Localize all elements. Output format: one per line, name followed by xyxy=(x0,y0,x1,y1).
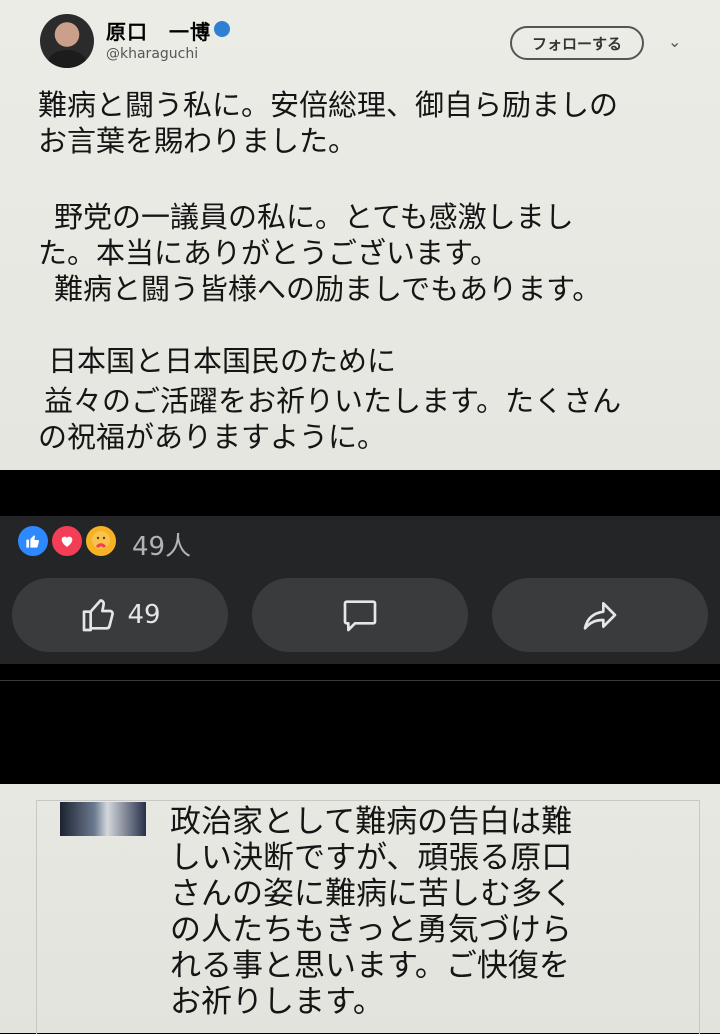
tweet-text-line: 野党の一議員の私に。とても感激しまし xyxy=(54,200,574,234)
comment-bubble-icon xyxy=(343,600,377,632)
share-arrow-icon xyxy=(583,602,617,630)
love-reaction-icon xyxy=(50,524,84,558)
author-name: 原口 一博 xyxy=(106,20,211,44)
tweet-text-line: た。本当にありがとうございます。 xyxy=(38,236,500,270)
comment-text-line: の人たちもきっと勇気づけら xyxy=(170,912,572,948)
reaction-count[interactable]: 49人 xyxy=(132,526,191,563)
tweet-text-line: 益々のご活躍をお祈りいたします。たくさん xyxy=(44,384,622,418)
author-avatar xyxy=(40,14,94,68)
chevron-down-icon: ⌄ xyxy=(668,32,682,51)
black-divider xyxy=(0,470,720,516)
tweet-text-line: お言葉を賜わりました。 xyxy=(38,124,358,158)
tweet-text-line: 難病と闘う私に。安倍総理、御自ら励ましの xyxy=(38,88,619,122)
comment-text-line: 政治家として難病の告白は難 xyxy=(170,804,573,840)
comment-text-line: さんの姿に難病に苦しむ多く xyxy=(170,876,573,912)
follow-button: フォローする xyxy=(510,26,644,60)
thumbs-up-icon xyxy=(83,599,115,632)
comment-button[interactable] xyxy=(252,578,468,652)
like-button[interactable]: 49 xyxy=(12,578,228,652)
separator-line xyxy=(0,680,720,681)
like-count: 49 xyxy=(127,600,161,630)
tweet-text-line: 難病と闘う皆様への励ましでもあります。 xyxy=(54,272,602,306)
comment-text-line: しい決断ですが、頑張る原口 xyxy=(170,840,573,876)
tweet-text-line: の祝福がありますように。 xyxy=(38,420,387,454)
tweet-text-line: 日本国と日本国民のために xyxy=(48,344,397,378)
care-reaction-icon xyxy=(84,524,118,558)
comment-text-line: れる事と思います。ご快復を xyxy=(170,948,570,984)
black-divider xyxy=(0,664,720,784)
commenter-avatar xyxy=(60,802,146,836)
author-handle: @kharaguchi xyxy=(106,46,199,62)
share-button[interactable] xyxy=(492,578,708,652)
like-reaction-icon xyxy=(16,524,50,558)
verified-badge-icon xyxy=(214,21,230,37)
comment-text-line: お祈りします。 xyxy=(170,984,384,1020)
